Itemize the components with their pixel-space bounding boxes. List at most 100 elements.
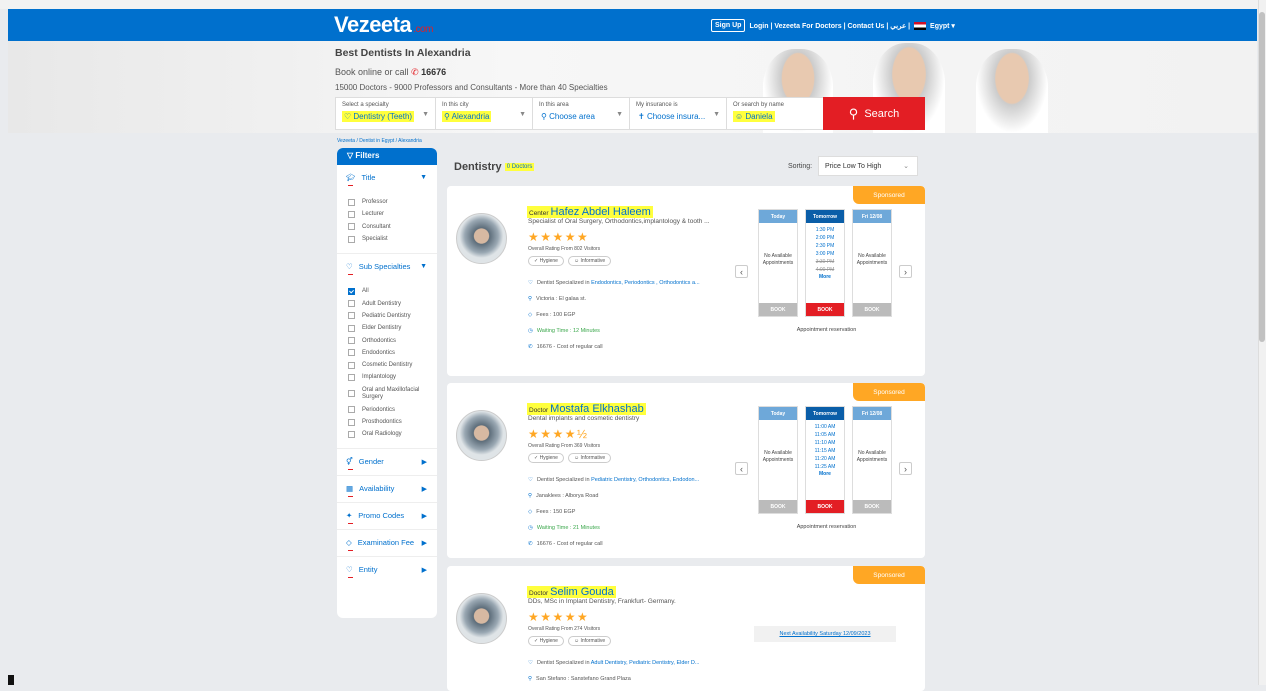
time-slot[interactable]: 2:00 PM (806, 235, 844, 243)
more-slots-link[interactable]: More (806, 471, 844, 479)
time-slot[interactable]: 11:15 AM (806, 448, 844, 456)
checkbox[interactable] (348, 198, 355, 206)
filter-option-label: All (362, 288, 369, 295)
prev-arrow-icon[interactable]: ‹ (735, 265, 748, 278)
filter-option[interactable]: Specialist (337, 233, 437, 245)
filter-entity-toggle[interactable]: ♡ Entity ▶ (337, 557, 437, 583)
filter-option[interactable]: Consultant (337, 221, 437, 233)
calendar-icon: ▦ (346, 484, 354, 494)
filter-option[interactable]: Implantology (337, 371, 437, 383)
filter-option[interactable]: Elder Dentistry (337, 322, 437, 334)
book-button[interactable]: BOOK (806, 500, 844, 513)
sort-select[interactable]: Price Low To High ⌄ (818, 156, 918, 176)
chevron-down-icon: ▼ (713, 111, 720, 118)
signup-button[interactable]: Sign Up (711, 19, 746, 32)
time-slot[interactable]: 2:30 PM (806, 243, 844, 251)
filter-availability-toggle[interactable]: ▦ Availability ▶ (337, 476, 437, 502)
filter-option[interactable]: Adult Dentistry (337, 297, 437, 309)
checkbox[interactable] (348, 337, 355, 345)
filter-option[interactable]: Pediatric Dentistry (337, 310, 437, 322)
filter-option[interactable]: Orthodontics (337, 334, 437, 346)
time-slot[interactable]: 4:00 PM (806, 267, 844, 275)
checkbox[interactable] (348, 406, 355, 414)
city-value: ⚲ Alexandria (442, 111, 492, 122)
checkbox[interactable] (348, 430, 355, 438)
doctor-name[interactable]: Doctor Mostafa Elkhashab (527, 403, 646, 415)
doctor-name[interactable]: Doctor Selim Gouda (527, 586, 616, 598)
time-slot[interactable]: 11:00 AM (806, 424, 844, 432)
time-slot[interactable]: 11:20 AM (806, 456, 844, 464)
page-scrollbar[interactable] (1258, 0, 1266, 685)
next-arrow-icon[interactable]: › (899, 462, 912, 475)
name-search-input[interactable]: Or search by name ☺ Daniela (727, 98, 824, 129)
filter-promo-section: ✦ Promo Codes ▶ (337, 503, 437, 531)
checkbox[interactable] (348, 349, 355, 357)
page-title: Best Dentists In Alexandria (335, 47, 471, 59)
checkbox[interactable] (348, 312, 355, 320)
filter-promo-toggle[interactable]: ✦ Promo Codes ▶ (337, 503, 437, 529)
checkbox[interactable] (348, 287, 355, 295)
time-slot[interactable]: 11:10 AM (806, 440, 844, 448)
scrollbar-thumb[interactable] (1259, 12, 1265, 342)
checkbox[interactable] (348, 300, 355, 308)
doctor-info-line: ✆ 16676 - Cost of regular call (528, 344, 733, 350)
nav-link-group[interactable]: Login | Vezeeta For Doctors | Contact Us… (749, 22, 910, 30)
checkbox[interactable] (348, 373, 355, 381)
insurance-select[interactable]: My insurance is ✝ Choose insura... ▼ (630, 98, 727, 129)
breadcrumb[interactable]: Vezeeta / Dentist in Egypt / Alexandria (337, 138, 422, 144)
time-slot[interactable]: 3:00 PM (806, 251, 844, 259)
checkbox[interactable] (348, 210, 355, 218)
search-button[interactable]: ⚲ Search (823, 97, 925, 130)
filter-option-label: Implantology (362, 374, 397, 381)
time-slot[interactable]: 11:25 AM (806, 464, 844, 472)
book-button[interactable]: BOOK (853, 303, 891, 316)
book-button[interactable]: BOOK (806, 303, 844, 316)
phone-icon: ✆ (411, 67, 419, 77)
time-slot[interactable]: 3:30 PM (806, 259, 844, 267)
clock-icon: ◷ (528, 328, 533, 334)
time-slot[interactable]: 11:05 AM (806, 432, 844, 440)
city-select[interactable]: In this city ⚲ Alexandria ▼ (436, 98, 533, 129)
fees-icon: ◇ (528, 312, 533, 318)
book-button[interactable]: BOOK (759, 303, 797, 316)
next-arrow-icon[interactable]: › (899, 265, 912, 278)
filter-option[interactable]: Periodontics (337, 404, 437, 416)
call-line: Book online or call ✆ 16676 (335, 67, 447, 77)
area-select[interactable]: In this area ⚲ Choose area ▼ (533, 98, 630, 129)
checkbox[interactable] (348, 324, 355, 332)
filter-title-toggle[interactable]: 🎓︎ Title ▼ (337, 165, 437, 191)
checkbox[interactable] (348, 235, 355, 243)
doctor-avatar[interactable] (456, 213, 507, 264)
filter-gender-toggle[interactable]: ⚥ Gender ▶ (337, 449, 437, 475)
filter-sub-toggle[interactable]: ♡ Sub Specialties ▼ (337, 254, 437, 280)
day-column-tomorrow: Tomorrow 11:00 AM 11:05 AM 11:10 AM 11:15 AM… (805, 406, 845, 514)
vezeeta-logo[interactable]: Vezeeta .com (334, 12, 433, 38)
next-availability-link[interactable]: Next Availability Saturday 12/09/2023 (754, 626, 896, 642)
checkbox[interactable] (348, 390, 355, 398)
filter-option[interactable]: Lecturer (337, 208, 437, 220)
country-select[interactable]: Egypt ▾ (930, 22, 955, 30)
filter-option[interactable]: Endodontics (337, 347, 437, 359)
doctor-avatar[interactable] (456, 410, 507, 461)
specialty-select[interactable]: Select a specialty ♡ Dentistry (Teeth) ▼ (336, 98, 436, 129)
checkbox[interactable] (348, 418, 355, 426)
filter-fee-toggle[interactable]: ◇ Examination Fee ▶ (337, 530, 437, 556)
appointment-reservation-label: Appointment reservation (796, 327, 857, 333)
filter-option[interactable]: Cosmetic Dentistry (337, 359, 437, 371)
day-column-today: Today No Available Appointments BOOK (758, 406, 798, 514)
filter-option[interactable]: Professor (337, 196, 437, 208)
book-button[interactable]: BOOK (853, 500, 891, 513)
doctor-name[interactable]: Center Hafez Abdel Haleem (527, 206, 653, 218)
filter-option[interactable]: All (337, 285, 437, 297)
doctor-avatar[interactable] (456, 593, 507, 644)
filter-option[interactable]: Oral Radiology (337, 428, 437, 440)
review-tags: ✓ Hygiene ☺ Informative (528, 256, 612, 266)
prev-arrow-icon[interactable]: ‹ (735, 462, 748, 475)
book-button[interactable]: BOOK (759, 500, 797, 513)
more-slots-link[interactable]: More (806, 274, 844, 282)
filter-option[interactable]: Prosthodontics (337, 416, 437, 428)
filter-option[interactable]: Oral and Maxillofacial Surgery (337, 384, 437, 404)
time-slot[interactable]: 1:30 PM (806, 227, 844, 235)
checkbox[interactable] (348, 223, 355, 231)
checkbox[interactable] (348, 361, 355, 369)
